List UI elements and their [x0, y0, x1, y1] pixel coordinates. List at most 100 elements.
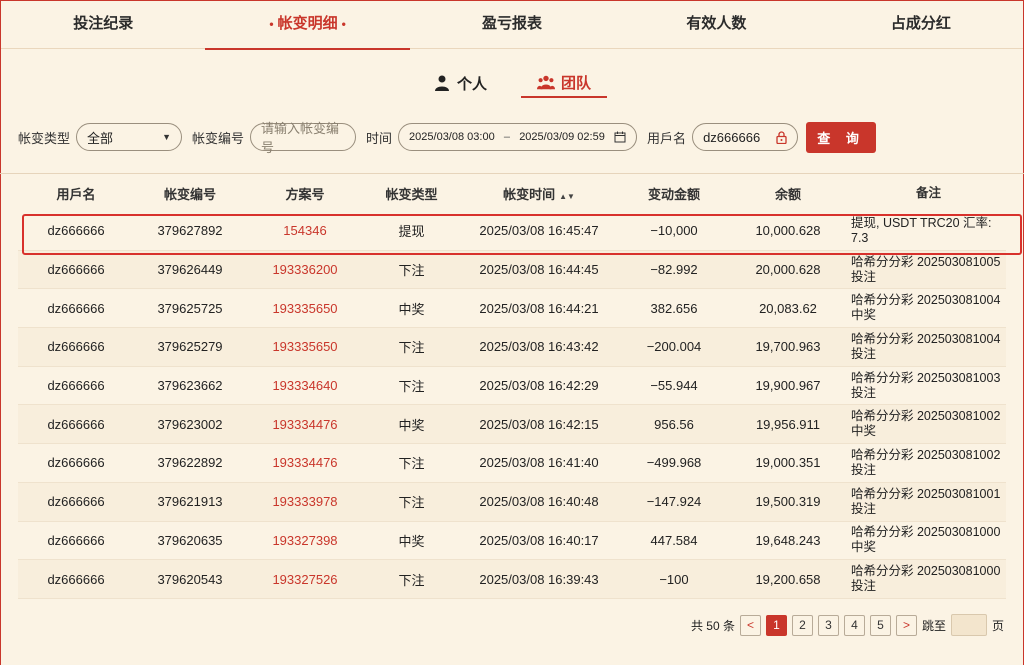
page-button[interactable]: 1 — [765, 614, 787, 636]
cell-change-id: 379623002 — [157, 416, 223, 432]
cell-balance: 19,900.967 — [755, 378, 821, 394]
cell-type: 中奖 — [398, 301, 425, 317]
date-range-picker[interactable]: 2025/03/08 03:00 – 2025/03/09 02:59 — [398, 123, 638, 151]
type-select-value: 全部 — [87, 130, 114, 146]
cell-note: 提现, USDT TRC20 汇率: 7.3 — [851, 215, 992, 245]
cell-time: 2025/03/08 16:39:43 — [479, 571, 599, 587]
tab-profit-report[interactable]: 盈亏报表 — [410, 1, 614, 48]
table-row[interactable]: dz666666 379620543 193327526 下注 2025/03/… — [18, 560, 1006, 599]
cell-time: 2025/03/08 16:42:15 — [479, 416, 599, 432]
col-username[interactable]: 用戶名 — [18, 184, 134, 203]
cell-plan-link[interactable]: 193327526 — [246, 572, 364, 587]
user-label: 用戶名 — [647, 130, 687, 146]
col-note[interactable]: 备注 — [847, 186, 1006, 201]
page-button[interactable]: 2 — [791, 614, 813, 636]
tab-share-dividend[interactable]: 占成分红 — [819, 1, 1023, 48]
cell-username: dz666666 — [47, 300, 105, 316]
page-button[interactable]: 3 — [817, 614, 839, 636]
cell-balance: 20,083.62 — [759, 300, 817, 316]
col-change-time[interactable]: 帐变时间 ▲▼ — [459, 184, 619, 203]
cell-time: 2025/03/08 16:44:21 — [479, 300, 599, 316]
col-change-type[interactable]: 帐变类型 — [364, 184, 459, 203]
top-tab-bar: 投注纪录 • 帐变明细 • 盈亏报表 有效人数 占成分红 — [1, 1, 1023, 50]
query-button[interactable]: 查 询 — [806, 121, 877, 153]
jump-page-input[interactable] — [950, 614, 987, 636]
cell-change-id: 379626449 — [157, 262, 223, 278]
date-separator: – — [503, 131, 510, 143]
cell-username: dz666666 — [47, 571, 105, 587]
col-balance[interactable]: 余额 — [729, 184, 847, 203]
table-row[interactable]: dz666666 379621913 193333978 下注 2025/03/… — [18, 482, 1006, 522]
cell-amount: −55.944 — [650, 378, 698, 394]
cell-balance: 19,200.658 — [755, 571, 821, 587]
cell-amount: −100 — [659, 571, 689, 587]
sort-icon[interactable]: ▲▼ — [559, 192, 575, 201]
cell-type: 下注 — [398, 340, 425, 356]
cell-note: 哈希分分彩 202503081001 投注 — [851, 486, 1001, 516]
table-row[interactable]: dz666666 379626449 193336200 下注 2025/03/… — [18, 250, 1006, 290]
table-row[interactable]: dz666666 379623662 193334640 下注 2025/03/… — [18, 366, 1006, 406]
cell-amount: 382.656 — [650, 300, 698, 316]
cell-plan-link[interactable]: 193335650 — [246, 301, 364, 316]
cell-plan-link[interactable]: 193334476 — [246, 417, 364, 432]
tab-personal[interactable]: 个人 — [417, 68, 503, 98]
page-button[interactable]: 4 — [843, 614, 865, 636]
cell-plan-link[interactable]: 193335650 — [246, 339, 364, 354]
tab-team[interactable]: 团队 — [521, 68, 608, 98]
col-change-id[interactable]: 帐变编号 — [134, 184, 246, 203]
table-row[interactable]: dz666666 379622892 193334476 下注 2025/03/… — [18, 444, 1006, 483]
username-value: dz666666 — [703, 129, 761, 145]
page-button[interactable]: 5 — [869, 614, 891, 636]
cell-change-id: 379622892 — [157, 455, 223, 471]
tab-account-details[interactable]: • 帐变明细 • — [205, 1, 411, 50]
cell-balance: 19,000.351 — [755, 455, 821, 471]
table-row[interactable]: dz666666 379625725 193335650 中奖 2025/03/… — [18, 289, 1006, 329]
cell-balance: 19,956.911 — [755, 416, 821, 432]
cell-time: 2025/03/08 16:41:40 — [479, 455, 599, 471]
table-row[interactable]: dz666666 379620635 193327398 中奖 2025/03/… — [18, 521, 1006, 561]
tab-bet-records[interactable]: 投注纪录 — [1, 1, 205, 48]
username-input[interactable]: dz666666 — [692, 123, 799, 151]
cell-time: 2025/03/08 16:42:29 — [479, 378, 599, 394]
table-row[interactable]: dz666666 379625279 193335650 下注 2025/03/… — [18, 328, 1006, 367]
table-header: 用戶名 帐变编号 方案号 帐变类型 帐变时间 ▲▼ 变动金额 余额 备注 — [18, 174, 1006, 212]
table-row[interactable]: dz666666 379623002 193334476 中奖 2025/03/… — [18, 405, 1006, 445]
page-unit-label: 页 — [991, 618, 1004, 633]
type-select[interactable]: 全部 ▼ — [76, 123, 183, 151]
cell-amount: −10,000 — [650, 223, 698, 239]
prev-page-button[interactable]: < — [739, 614, 761, 636]
cell-amount: −499.968 — [646, 455, 702, 471]
table-row[interactable]: dz666666 379627892 154346 提现 2025/03/08 … — [18, 212, 1006, 251]
cell-type: 中奖 — [398, 417, 425, 433]
cell-change-id: 379623662 — [157, 378, 223, 394]
cell-plan-link[interactable]: 193333978 — [246, 494, 364, 509]
cell-balance: 19,500.319 — [755, 494, 821, 510]
cell-note: 哈希分分彩 202503081003 投注 — [851, 370, 1001, 400]
cell-plan-link[interactable]: 193334476 — [246, 455, 364, 470]
cell-change-id: 379621913 — [157, 494, 223, 510]
cell-type: 下注 — [398, 263, 425, 279]
cell-plan-link[interactable]: 154346 — [246, 223, 364, 238]
cell-balance: 19,648.243 — [755, 532, 821, 548]
cell-change-id: 379625725 — [157, 300, 223, 316]
time-label: 时间 — [366, 130, 393, 146]
tab-active-users[interactable]: 有效人数 — [614, 1, 818, 48]
next-page-button[interactable]: > — [895, 614, 917, 636]
cell-plan-link[interactable]: 193334640 — [246, 378, 364, 393]
cell-username: dz666666 — [47, 532, 105, 548]
cell-amount: 956.56 — [654, 416, 694, 432]
id-input-placeholder: 请输入帐变编号 — [261, 121, 340, 155]
col-amount[interactable]: 变动金额 — [619, 184, 729, 203]
col-plan-no[interactable]: 方案号 — [246, 184, 364, 203]
type-label: 帐变类型 — [18, 130, 71, 146]
lock-icon — [776, 130, 787, 144]
cell-plan-link[interactable]: 193327398 — [246, 533, 364, 548]
cell-note: 哈希分分彩 202503081004 投注 — [851, 331, 1001, 361]
cell-change-id: 379620543 — [157, 571, 223, 587]
active-dot-icon: • — [341, 17, 346, 31]
cell-note: 哈希分分彩 202503081000 中奖 — [851, 525, 1001, 555]
cell-plan-link[interactable]: 193336200 — [246, 262, 364, 277]
team-icon — [537, 75, 555, 90]
cell-username: dz666666 — [47, 262, 105, 278]
id-input[interactable]: 请输入帐变编号 — [250, 121, 357, 155]
